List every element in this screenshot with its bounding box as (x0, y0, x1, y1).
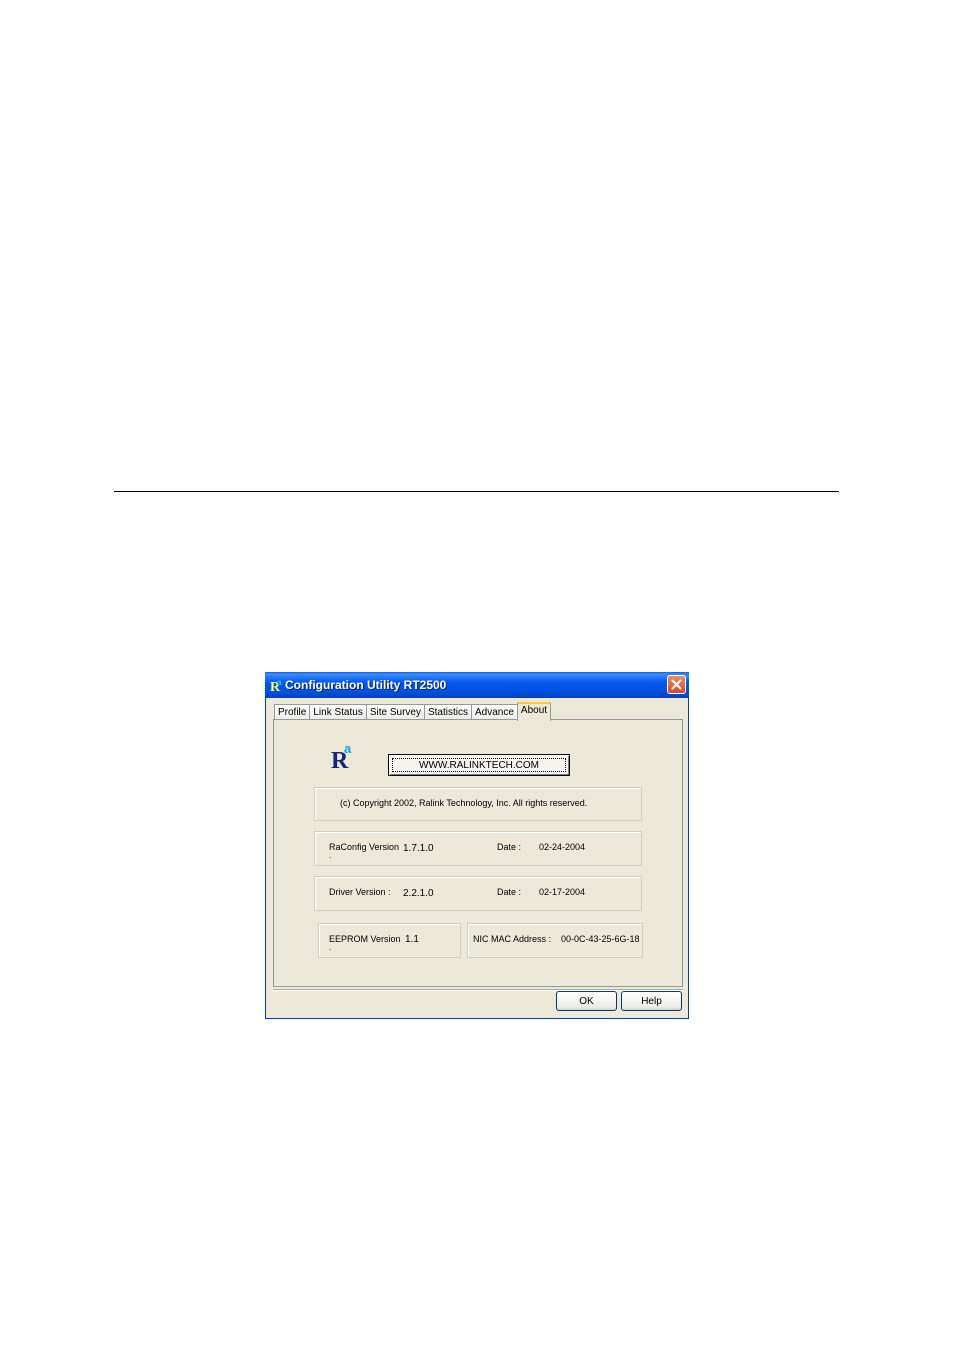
raconfig-date-label: Date : (497, 842, 522, 852)
copyright-text: (c) Copyright 2002, Ralink Technology, I… (340, 798, 588, 808)
title-bar[interactable]: R a Configuration Utility RT2500 (265, 672, 689, 698)
raconfig-date-value: 02-24-2004 (539, 842, 586, 852)
close-icon (671, 679, 682, 690)
raconfig-version-label: RaConfig Version (329, 842, 400, 852)
raconfig-version-group: RaConfig Version . 1.7.1.0 Date : 02-24-… (314, 831, 642, 866)
tab-site-survey[interactable]: Site Survey (365, 704, 425, 720)
driver-date-value: 02-17-2004 (539, 887, 586, 897)
raconfig-version-value: 1.7.1.0 (403, 843, 434, 854)
tab-strip: Profile Link Status Site Survey Statisti… (274, 701, 552, 721)
website-link-button[interactable]: WWW.RALINKTECH.COM (388, 754, 570, 776)
driver-version-group: Driver Version : 2.2.1.0 Date : 02-17-20… (314, 876, 642, 911)
page-divider-rule (114, 491, 839, 492)
tab-advance[interactable]: Advance (471, 704, 518, 720)
ralink-logo-icon: R a (331, 741, 352, 770)
help-button[interactable]: Help (621, 991, 682, 1011)
config-utility-window: R a Configuration Utility RT2500 Profile… (265, 672, 689, 1019)
focus-rect (392, 758, 566, 772)
svg-text:a: a (277, 678, 282, 687)
eeprom-version-group: EEPROM Version . 1.1 (318, 923, 461, 958)
mac-address-value: 00-0C-43-25-6G-18 (561, 934, 640, 944)
driver-version-label: Driver Version : (329, 887, 391, 897)
mac-address-label: NIC MAC Address : (473, 934, 552, 944)
tab-profile[interactable]: Profile (274, 704, 311, 720)
svg-text:a: a (344, 741, 352, 756)
window-title: Configuration Utility RT2500 (285, 678, 447, 692)
ok-button[interactable]: OK (556, 991, 617, 1011)
about-panel: R a WWW.RALINKTECH.COM (c) Copyright 200… (273, 719, 683, 987)
copyright-group: (c) Copyright 2002, Ralink Technology, I… (314, 787, 642, 821)
tab-link-status[interactable]: Link Status (309, 704, 367, 720)
tab-statistics[interactable]: Statistics (423, 704, 472, 720)
app-icon: R a (270, 678, 282, 693)
eeprom-version-value: 1.1 (405, 934, 419, 945)
driver-version-value: 2.2.1.0 (403, 888, 434, 899)
tab-about[interactable]: About (516, 702, 552, 721)
eeprom-version-label: EEPROM Version (329, 934, 401, 944)
driver-date-label: Date : (497, 887, 522, 897)
mac-address-group: NIC MAC Address : 00-0C-43-25-6G-18 (467, 923, 643, 958)
close-button[interactable] (667, 675, 686, 694)
